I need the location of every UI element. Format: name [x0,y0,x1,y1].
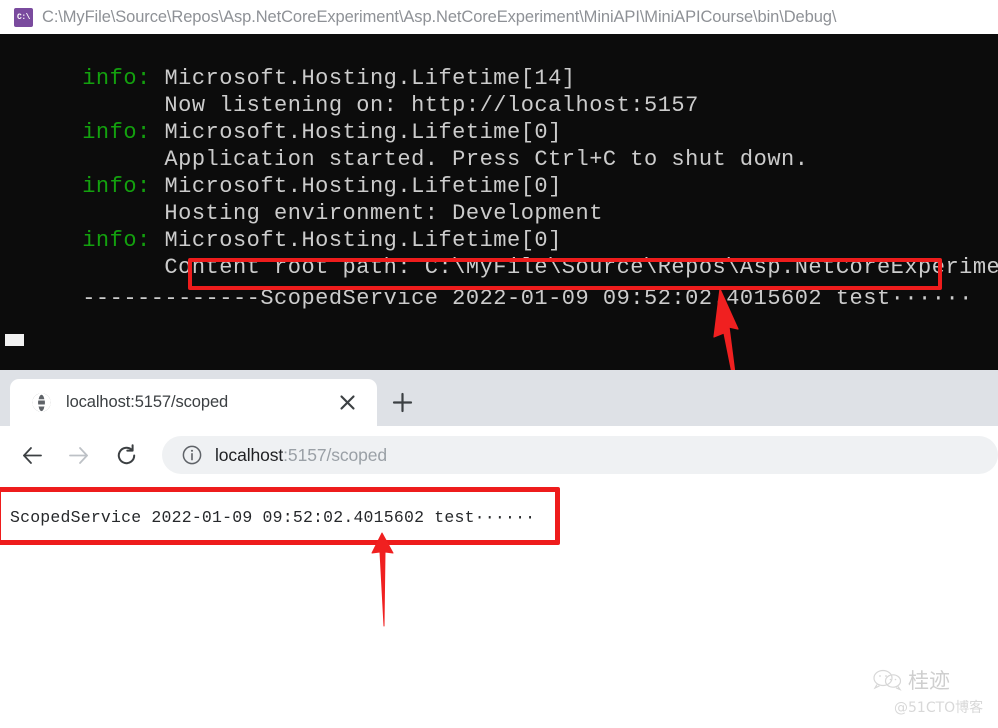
browser-window: localhost:5157/scoped localhost:5157/sco… [0,370,998,728]
address-bar-host: localhost [215,444,284,465]
browser-tab[interactable]: localhost:5157/scoped [10,379,377,426]
page-body-text: ScopedService 2022-01-09 09:52:02.401560… [10,508,536,527]
console-titlebar[interactable]: C:\ C:\MyFile\Source\Repos\Asp.NetCoreEx… [0,0,998,34]
browser-toolbar: localhost:5157/scoped [0,426,998,484]
reload-button[interactable] [108,437,144,473]
console-highlight-box [188,258,942,290]
browser-tabstrip: localhost:5157/scoped [0,370,998,426]
plus-icon [392,392,413,413]
back-arrow-icon [22,446,42,464]
console-window: C:\ C:\MyFile\Source\Repos\Asp.NetCoreEx… [0,0,998,370]
close-icon[interactable] [333,389,361,417]
address-bar-path: :5157/scoped [283,444,388,465]
forward-button[interactable] [60,437,96,473]
globe-icon [32,392,51,413]
console-title: C:\MyFile\Source\Repos\Asp.NetCoreExperi… [42,7,837,26]
cmd-console-icon: C:\ [14,7,33,27]
browser-viewport: ScopedService 2022-01-09 09:52:02.401560… [0,484,998,728]
new-tab-button[interactable] [386,386,419,419]
address-bar[interactable]: localhost:5157/scoped [162,436,998,474]
back-button[interactable] [14,437,50,473]
browser-tab-title: localhost:5157/scoped [66,393,229,411]
console-caret [5,334,24,346]
address-bar-url: localhost:5157/scoped [215,445,387,466]
reload-icon [117,443,135,464]
console-output[interactable]: info: Microsoft.Hosting.Lifetime[14] Now… [0,34,998,370]
info-circle-icon[interactable] [182,445,202,465]
forward-arrow-icon [68,446,88,464]
